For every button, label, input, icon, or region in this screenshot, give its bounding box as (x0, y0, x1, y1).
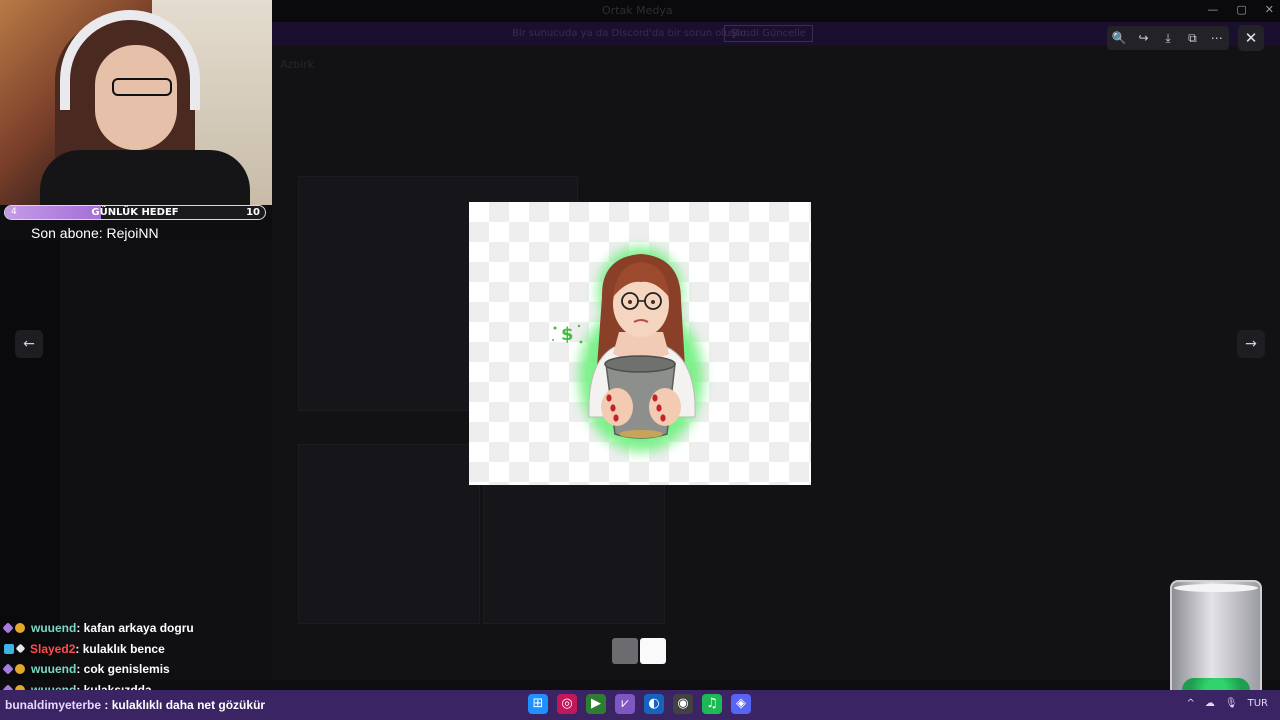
goal-label: GÜNLÜK HEDEF (91, 207, 179, 218)
window-controls: — ▢ ✕ (1207, 3, 1274, 16)
chat-username: bunaldimyeterbe (5, 698, 102, 712)
open-external-icon[interactable]: ⧉ (1183, 31, 1201, 46)
goal-max: 10 (246, 207, 260, 218)
zoom-icon[interactable]: 🔍 (1110, 31, 1128, 45)
forward-icon[interactable]: ↪ (1135, 31, 1153, 45)
chat-message: : kulaklık bence (75, 641, 165, 656)
chat-row: wuuend : kafan arkaya dogru (2, 618, 304, 639)
chat-message: : kafan arkaya dogru (76, 621, 194, 636)
edge-icon[interactable]: ◐ (644, 694, 664, 714)
server-rail (0, 240, 60, 680)
image-thumbnail[interactable] (640, 638, 666, 664)
more-icon[interactable]: ⋯ (1208, 31, 1226, 45)
stream-chat: wuuend : kafan arkaya dogru Slayed2 : kul… (2, 618, 304, 700)
close-viewer-button[interactable]: ✕ (1238, 25, 1264, 51)
taskbar: bunaldimyeterbe : kulaklıklı daha net gö… (0, 690, 1280, 720)
terminal-icon[interactable]: ▶ (586, 694, 606, 714)
ghost-attachment (298, 444, 480, 624)
chat-badge-icon (15, 643, 26, 654)
chat-badge-icon (15, 664, 25, 675)
windows-icon[interactable]: ⊞ (528, 694, 548, 714)
discord-icon[interactable]: ◈ (731, 694, 751, 714)
language-indicator[interactable]: TUR (1248, 698, 1268, 709)
app-circle-icon[interactable]: ◎ (557, 694, 577, 714)
app-title: Ortak Medya (602, 4, 673, 17)
previous-image-button[interactable]: ← (15, 330, 43, 358)
vs-icon[interactable]: ⩗ (615, 694, 635, 714)
chat-row: Slayed2 : kulaklık bence (4, 639, 304, 660)
spotify-icon[interactable]: ♫ (702, 694, 722, 714)
chat-message: : cok genislemis (76, 662, 170, 677)
sticker-image[interactable]: $ (469, 202, 811, 485)
maximize-button[interactable]: ▢ (1236, 3, 1246, 16)
viewer-toolbar: 🔍 ↪ ⤓ ⧉ ⋯ (1107, 26, 1229, 50)
sticker-illustration: $ (552, 247, 703, 452)
chat-username[interactable]: wuuend (31, 621, 76, 635)
microphone-icon[interactable]: 🎙 (1225, 698, 1238, 709)
taskbar-apps: ⊞ ◎ ▶ ⩗ ◐ ◉ ♫ ◈ (528, 694, 751, 714)
banner-text: Bir sunucuda ya da Discord'da bir sorun … (512, 28, 750, 39)
chat-badge-icon (4, 643, 14, 654)
dollar-icon: $ (561, 324, 574, 345)
chat-badge-icon (2, 622, 14, 634)
channel-name: Azbirk (280, 58, 315, 71)
download-icon[interactable]: ⤓ (1159, 31, 1177, 46)
thumbnail-strip (612, 638, 666, 664)
minimize-button[interactable]: — (1207, 3, 1218, 16)
image-thumbnail[interactable] (612, 638, 638, 664)
chat-username[interactable]: Slayed2 (30, 642, 75, 656)
close-window-button[interactable]: ✕ (1265, 3, 1274, 16)
webcam-feed (0, 0, 272, 205)
tray-overflow-icon[interactable]: ^ (1187, 698, 1195, 709)
screen: Ortak Medya — ▢ ✕ Bir sunucuda ya da Dis… (0, 0, 1280, 720)
member-list (60, 240, 272, 680)
last-subscriber: Son abone: RejoiNN (31, 225, 159, 241)
obs-icon[interactable]: ◉ (673, 694, 693, 714)
chat-row: wuuend : cok genislemis (2, 659, 304, 680)
system-tray: ^ ☁ 🎙 TUR (1187, 698, 1268, 709)
banner-button[interactable]: Şimdi Güncelle (724, 25, 813, 42)
daily-goal-bar: 4 GÜNLÜK HEDEF 10 (4, 205, 266, 220)
chat-row-latest: bunaldimyeterbe : kulaklıklı daha net gö… (5, 698, 265, 712)
chat-badge-icon (2, 663, 14, 675)
next-image-button[interactable]: → (1237, 330, 1265, 358)
chat-message: : kulaklıklı daha net gözükür (101, 698, 266, 712)
app-titlebar: Ortak Medya — ▢ ✕ (272, 0, 1280, 22)
chat-username[interactable]: wuuend (31, 662, 76, 676)
chat-badge-icon (15, 623, 25, 634)
cloud-icon[interactable]: ☁ (1205, 698, 1215, 709)
